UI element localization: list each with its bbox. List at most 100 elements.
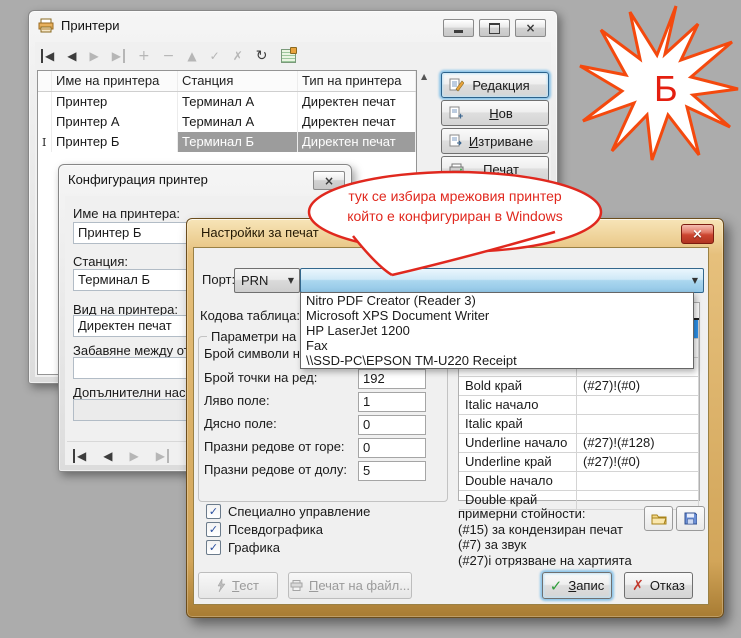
speech-bubble-shape: [305, 170, 605, 282]
test-button[interactable]: Тест: [198, 572, 278, 599]
dropdown-item[interactable]: \\SSD-PC\EPSON TM-U220 Receipt: [301, 353, 693, 368]
grid-row[interactable]: Italic край: [459, 415, 699, 434]
pseudographics-checkbox[interactable]: ✓ Псевдографика: [206, 522, 323, 537]
scroll-up-icon[interactable]: ▲: [421, 72, 427, 81]
graphics-checkbox[interactable]: ✓ Графика: [206, 540, 280, 555]
grid-row[interactable]: Bold край(#27)!(#0): [459, 377, 699, 396]
header-name[interactable]: Име на принтера: [52, 71, 178, 91]
header-station[interactable]: Станция: [178, 71, 298, 91]
new-form-icon: +: [449, 106, 464, 120]
header-indicator-cell: [38, 71, 52, 91]
param-label: Ляво поле:: [204, 391, 270, 411]
callout-line-2: който е конфигуриран в Windows: [305, 208, 605, 224]
check-icon: ✓: [206, 522, 221, 537]
maximize-icon: [489, 23, 500, 34]
port-value: PRN: [235, 273, 268, 288]
nav-post-icon[interactable]: ✓: [210, 49, 220, 63]
nav-next-icon[interactable]: ▶: [129, 449, 138, 463]
table-row[interactable]: Принтер А Терминал А Директен печат: [38, 112, 416, 132]
header-type[interactable]: Тип на принтера: [298, 71, 416, 91]
check-icon: ✓: [550, 577, 563, 595]
x-icon: ✗: [632, 578, 644, 594]
print-settings-client: Порт: PRN ▼ ▼ Кодова таблица: Параметри …: [193, 247, 709, 605]
check-icon: ✓: [206, 540, 221, 555]
field-label: Име на принтера:: [73, 206, 180, 221]
blank-lines-top-input[interactable]: 0: [358, 438, 426, 458]
edit-form-icon: [449, 78, 464, 92]
close-icon: ×: [525, 22, 535, 34]
print-settings-close-button[interactable]: ×: [681, 224, 714, 244]
delete-button[interactable]: Изтриване: [441, 128, 549, 154]
db-navigator-toolbar: ◀ ◀ ▶ ▶ + − ▲ ✓ ✗ ↻: [37, 44, 296, 68]
nav-prior-icon[interactable]: ◀: [103, 449, 112, 463]
sample-values-hint: примерни стойности: (#15) за кондензиран…: [458, 506, 632, 568]
special-control-checkbox[interactable]: ✓ Специално управление: [206, 504, 370, 519]
grid-row[interactable]: Underline начало(#27)!(#128): [459, 434, 699, 453]
field-label: Допълнителни нас: [73, 385, 186, 400]
printer-dropdown-list[interactable]: Nitro PDF Creator (Reader 3) Microsoft X…: [300, 292, 694, 369]
save-button-icon-btn[interactable]: [676, 506, 705, 531]
close-button[interactable]: ×: [515, 19, 546, 37]
field-label: Забавяне между от: [73, 343, 190, 358]
svg-text:+: +: [458, 111, 463, 120]
cancel-button[interactable]: ✗ Отказ: [624, 572, 693, 599]
blank-lines-bottom-input[interactable]: 5: [358, 461, 426, 481]
check-icon: ✓: [206, 504, 221, 519]
nav-last-icon[interactable]: ▶: [112, 49, 125, 63]
minimize-button[interactable]: [443, 19, 474, 37]
printers-titlebar[interactable]: Принтери ×: [29, 11, 557, 39]
table-row-selected[interactable]: I Принтер Б Терминал Б Директен печат: [38, 132, 416, 152]
nav-first-icon[interactable]: ◀: [41, 49, 54, 63]
nav-refresh-icon[interactable]: ↻: [256, 48, 268, 64]
minimize-icon: [454, 30, 463, 33]
nav-next-icon[interactable]: ▶: [89, 49, 98, 63]
nav-prior-icon[interactable]: ◀: [67, 49, 76, 63]
dropdown-item[interactable]: HP LaserJet 1200: [301, 323, 693, 338]
dropdown-item[interactable]: Fax: [301, 338, 693, 353]
grid-edit-icon[interactable]: [281, 49, 296, 63]
starburst-shape: Б: [578, 2, 741, 166]
print-to-file-button[interactable]: Печат на файл...: [288, 572, 412, 599]
config-title: Конфигурация принтер: [68, 172, 208, 187]
nav-insert-icon[interactable]: +: [138, 48, 150, 64]
folder-icon: [651, 513, 667, 525]
load-button[interactable]: [644, 506, 673, 531]
chevron-down-icon: ▼: [692, 276, 703, 285]
table-row[interactable]: Принтер Терминал А Директен печат: [38, 92, 416, 112]
edit-button[interactable]: Редакция: [441, 72, 549, 98]
delete-form-icon: [449, 134, 464, 148]
param-label: Брой символи на: [204, 344, 307, 364]
callout-bubble: тук се избира мрежовия принтер който е к…: [305, 170, 605, 282]
port-label: Порт:: [202, 272, 235, 287]
param-label: Празни редове от долу:: [204, 460, 347, 480]
nav-last-icon[interactable]: ▶: [156, 449, 169, 463]
right-margin-input[interactable]: 0: [358, 415, 426, 435]
dropdown-item[interactable]: Microsoft XPS Document Writer: [301, 308, 693, 323]
grid-row[interactable]: Double начало: [459, 472, 699, 491]
nav-first-icon[interactable]: ◀: [73, 449, 86, 463]
dropdown-item[interactable]: Nitro PDF Creator (Reader 3): [301, 293, 693, 308]
port-combo[interactable]: PRN ▼: [234, 268, 300, 293]
close-icon: ×: [692, 227, 703, 242]
grid-row[interactable]: Underline край(#27)!(#0): [459, 453, 699, 472]
floppy-disk-icon: [684, 512, 697, 525]
param-label: Празни редове от горе:: [204, 437, 345, 457]
left-margin-input[interactable]: 1: [358, 392, 426, 412]
callout-line-1: тук се избира мрежовия принтер: [305, 188, 605, 204]
maximize-button[interactable]: [479, 19, 510, 37]
starburst-letter: Б: [654, 68, 678, 110]
param-label: Брой точки на ред:: [204, 368, 317, 388]
nav-cancel-icon[interactable]: ✗: [233, 49, 243, 63]
nav-delete-icon[interactable]: −: [163, 48, 175, 64]
field-label: Станция:: [73, 254, 128, 269]
window-title: Принтери: [61, 18, 120, 33]
dots-per-line-input[interactable]: 192: [358, 369, 426, 389]
lightning-icon: [217, 579, 226, 592]
nav-edit-icon[interactable]: ▲: [187, 49, 196, 63]
chevron-down-icon: ▼: [288, 276, 299, 285]
codepage-label: Кодова таблица:: [200, 308, 300, 323]
new-button[interactable]: + Нов: [441, 100, 549, 126]
grid-row[interactable]: Italic начало: [459, 396, 699, 415]
printer-icon: [290, 580, 303, 591]
save-button[interactable]: ✓ Запис: [542, 572, 612, 599]
